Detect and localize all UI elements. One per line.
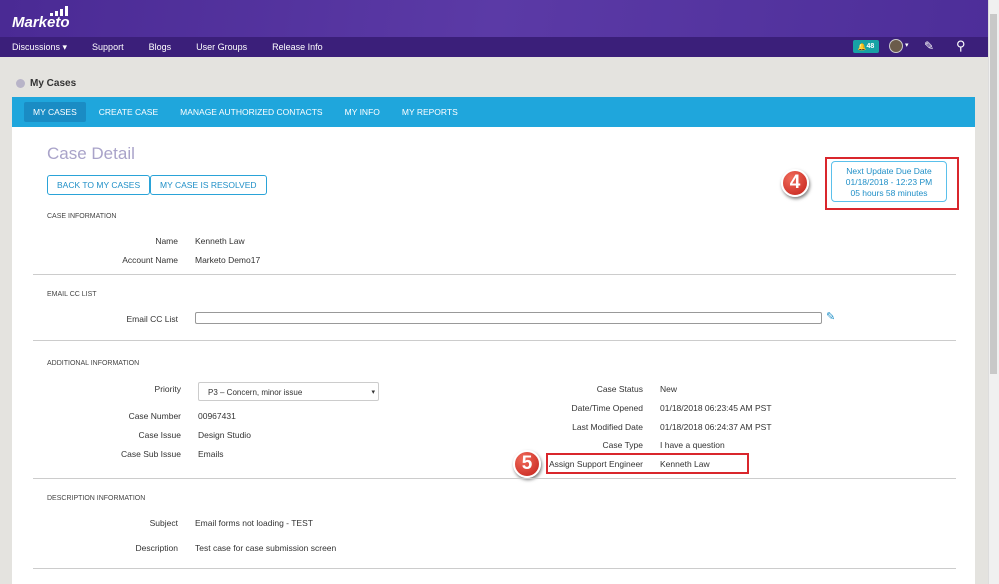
case-detail-panel: Case Detail BACK TO MY CASES MY CASE IS … bbox=[12, 127, 975, 584]
back-to-my-cases-button[interactable]: BACK TO MY CASES bbox=[47, 175, 151, 195]
account-label: Account Name bbox=[122, 255, 178, 265]
marketo-logo[interactable]: Marketo bbox=[12, 14, 70, 31]
notifications-button[interactable]: 🔔 48 bbox=[853, 40, 879, 53]
case-type-label: Case Type bbox=[602, 440, 643, 450]
opened-label: Date/Time Opened bbox=[571, 403, 644, 413]
tab-my-reports[interactable]: MY REPORTS bbox=[393, 102, 467, 122]
notification-count: 48 bbox=[866, 43, 875, 50]
engineer-value: Kenneth Law bbox=[660, 459, 710, 469]
divider bbox=[33, 274, 956, 275]
bell-icon: 🔔 bbox=[857, 43, 867, 51]
edit-pencil-icon[interactable]: ✎ bbox=[826, 310, 835, 323]
description-label: Description bbox=[135, 543, 178, 553]
top-banner: Marketo bbox=[0, 0, 988, 37]
scrollbar-thumb[interactable] bbox=[990, 14, 997, 374]
chevron-down-icon: ▾ bbox=[371, 389, 375, 396]
divider bbox=[33, 478, 956, 479]
tab-bar: MY CASES CREATE CASE MANAGE AUTHORIZED C… bbox=[12, 97, 975, 127]
tab-create-case[interactable]: CREATE CASE bbox=[90, 102, 167, 122]
modified-label: Last Modified Date bbox=[572, 422, 643, 432]
tab-manage-contacts[interactable]: MANAGE AUTHORIZED CONTACTS bbox=[171, 102, 331, 122]
due-date: 01/18/2018 - 12:23 PM bbox=[845, 177, 933, 187]
page-heading: My Cases bbox=[16, 78, 76, 89]
nav-discussions[interactable]: Discussions ▾ bbox=[12, 42, 67, 53]
section-description: DESCRIPTION INFORMATION bbox=[47, 495, 146, 502]
priority-label: Priority bbox=[154, 384, 181, 394]
divider bbox=[33, 340, 956, 341]
description-value: Test case for case submission screen bbox=[195, 543, 337, 553]
my-case-resolved-button[interactable]: MY CASE IS RESOLVED bbox=[150, 175, 267, 195]
case-number-label: Case Number bbox=[128, 411, 181, 421]
nav-release-info[interactable]: Release Info bbox=[272, 42, 323, 52]
case-number-value: 00967431 bbox=[198, 411, 236, 421]
page-title: Case Detail bbox=[47, 144, 135, 163]
case-type-value: I have a question bbox=[660, 440, 725, 450]
case-status-label: Case Status bbox=[596, 384, 643, 394]
opened-value: 01/18/2018 06:23:45 AM PST bbox=[660, 403, 772, 413]
avatar[interactable] bbox=[889, 39, 903, 53]
email-cc-input[interactable] bbox=[195, 312, 822, 324]
search-icon[interactable]: ⚲ bbox=[956, 38, 966, 54]
due-label: Next Update Due Date bbox=[846, 166, 932, 176]
email-cc-label: Email CC List bbox=[126, 314, 178, 324]
section-additional-information: ADDITIONAL INFORMATION bbox=[47, 360, 140, 367]
person-icon bbox=[16, 79, 25, 88]
section-email-cc: EMAIL CC LIST bbox=[47, 291, 97, 298]
nav-blogs[interactable]: Blogs bbox=[149, 42, 172, 52]
nav-user-groups[interactable]: User Groups bbox=[196, 42, 247, 52]
tab-my-cases[interactable]: MY CASES bbox=[24, 102, 86, 122]
tab-my-info[interactable]: MY INFO bbox=[336, 102, 389, 122]
case-status-value: New bbox=[660, 384, 678, 394]
annotation-badge-5: 5 bbox=[513, 450, 541, 478]
name-value: Kenneth Law bbox=[195, 236, 245, 246]
sub-issue-label: Case Sub Issue bbox=[120, 449, 181, 459]
main-nav: Discussions ▾ Support Blogs User Groups … bbox=[0, 37, 988, 57]
nav-support[interactable]: Support bbox=[92, 42, 124, 52]
annotation-badge-4: 4 bbox=[781, 169, 809, 197]
modified-value: 01/18/2018 06:24:37 AM PST bbox=[660, 422, 772, 432]
sub-issue-value: Emails bbox=[198, 449, 224, 459]
next-update-due: Next Update Due Date 01/18/2018 - 12:23 … bbox=[831, 161, 947, 202]
subject-value: Email forms not loading - TEST bbox=[195, 518, 313, 528]
page-heading-text: My Cases bbox=[30, 78, 77, 89]
due-remaining: 05 hours 58 minutes bbox=[850, 188, 928, 198]
case-issue-value: Design Studio bbox=[198, 430, 251, 440]
divider bbox=[33, 568, 956, 569]
name-label: Name bbox=[155, 236, 178, 246]
chevron-down-icon[interactable]: ▾ bbox=[905, 41, 909, 49]
engineer-label: Assign Support Engineer bbox=[548, 459, 643, 469]
subject-label: Subject bbox=[149, 518, 178, 528]
section-case-information: CASE INFORMATION bbox=[47, 213, 117, 220]
pencil-icon[interactable]: ✎ bbox=[924, 39, 934, 53]
priority-select[interactable]: P3 – Concern, minor issue ▾ bbox=[198, 382, 379, 401]
case-issue-label: Case Issue bbox=[138, 430, 181, 440]
priority-value: P3 – Concern, minor issue bbox=[208, 388, 303, 397]
account-value: Marketo Demo17 bbox=[195, 255, 261, 265]
